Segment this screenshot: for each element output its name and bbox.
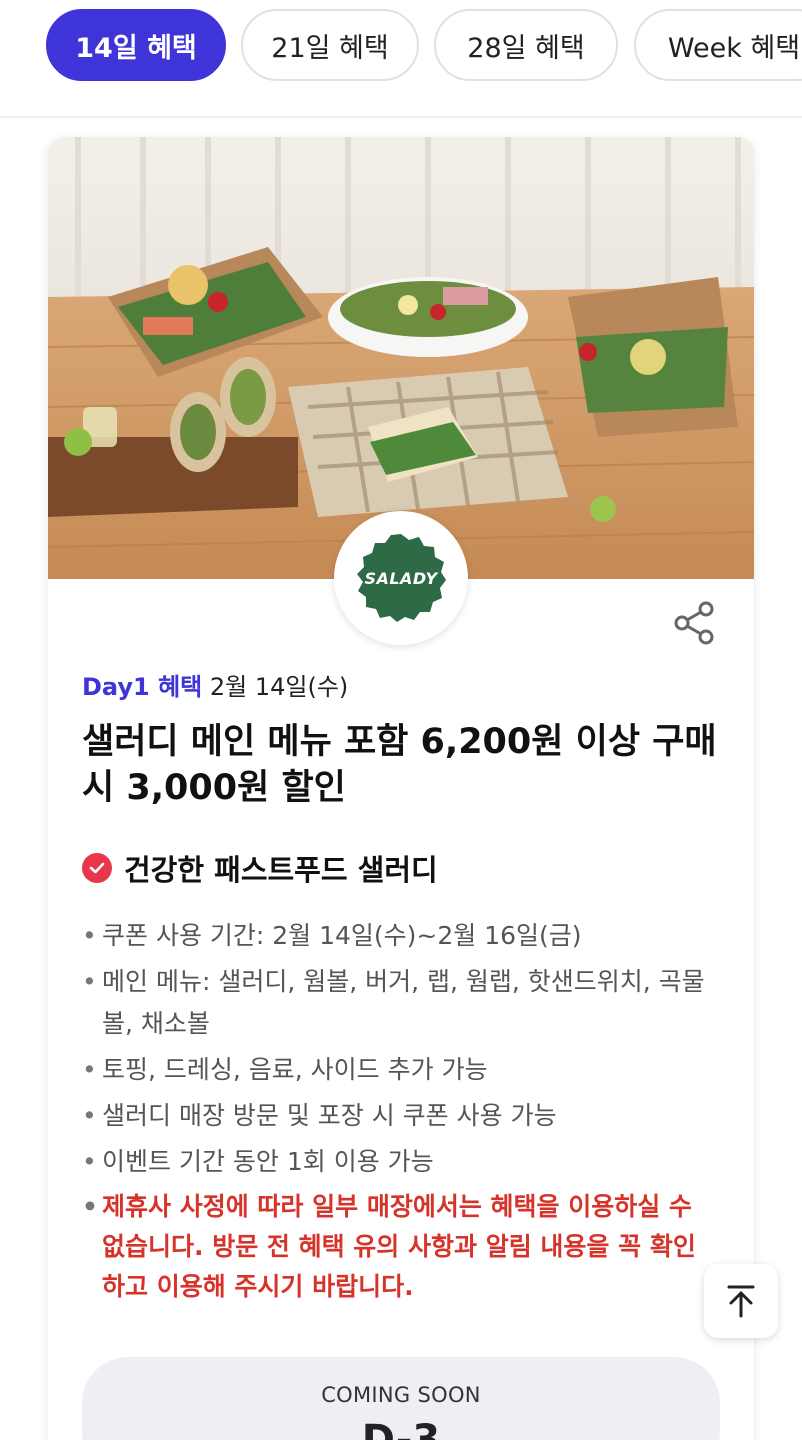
list-item: 토핑, 드레싱, 음료, 사이드 추가 가능	[82, 1049, 712, 1091]
coming-soon-label: COMING SOON	[321, 1383, 481, 1407]
brand-logo: SALADY	[334, 511, 468, 645]
share-icon[interactable]	[670, 599, 718, 647]
benefit-details-list: 쿠폰 사용 기간: 2월 14일(수)~2월 16일(금) 메인 메뉴: 샐러디…	[82, 915, 712, 1311]
list-item: 메인 메뉴: 샐러디, 웜볼, 버거, 랩, 웜랩, 핫샌드위치, 곡물볼, 채…	[82, 961, 712, 1045]
list-item: 샐러디 매장 방문 및 포장 시 쿠폰 사용 가능	[82, 1095, 712, 1137]
benefit-tab-bar: 14일 혜택 21일 혜택 28일 혜택 Week 혜택	[0, 0, 802, 118]
scroll-to-top-button[interactable]	[704, 1264, 778, 1338]
tab-21-day[interactable]: 21일 혜택	[241, 9, 419, 81]
list-item: 이벤트 기간 동안 1회 이용 가능	[82, 1141, 712, 1183]
tab-14-day[interactable]: 14일 혜택	[46, 9, 226, 81]
brand-row: 건강한 패스트푸드 샐러디	[82, 847, 438, 889]
day-label: Day1 혜택	[82, 673, 203, 701]
brand-logo-text: SALADY	[364, 569, 438, 588]
list-item: 쿠폰 사용 기간: 2월 14일(수)~2월 16일(금)	[82, 915, 712, 957]
warning-notice: 제휴사 사정에 따라 일부 매장에서는 혜택을 이용하실 수 없습니다. 방문 …	[82, 1187, 712, 1307]
benefit-title: 샐러디 메인 메뉴 포함 6,200원 이상 구매 시 3,000원 할인	[82, 722, 717, 808]
coming-soon-countdown: D-3	[361, 1417, 441, 1440]
day-date: 2월 14일(수)	[209, 673, 349, 701]
arrow-up-icon	[727, 1285, 755, 1318]
tab-week[interactable]: Week 혜택	[634, 9, 802, 81]
benefit-day-line: Day1 혜택 2월 14일(수)	[82, 667, 348, 702]
brand-name: 건강한 패스트푸드 샐러디	[124, 853, 438, 887]
tab-28-day[interactable]: 28일 혜택	[434, 9, 618, 81]
benefit-card: SALADY Day1 혜택 2월 14일(수) 샐러디 메인 메뉴 포함 6,…	[48, 137, 754, 1440]
coming-soon-button[interactable]: COMING SOON D-3	[82, 1357, 720, 1440]
check-circle-icon	[82, 853, 112, 883]
